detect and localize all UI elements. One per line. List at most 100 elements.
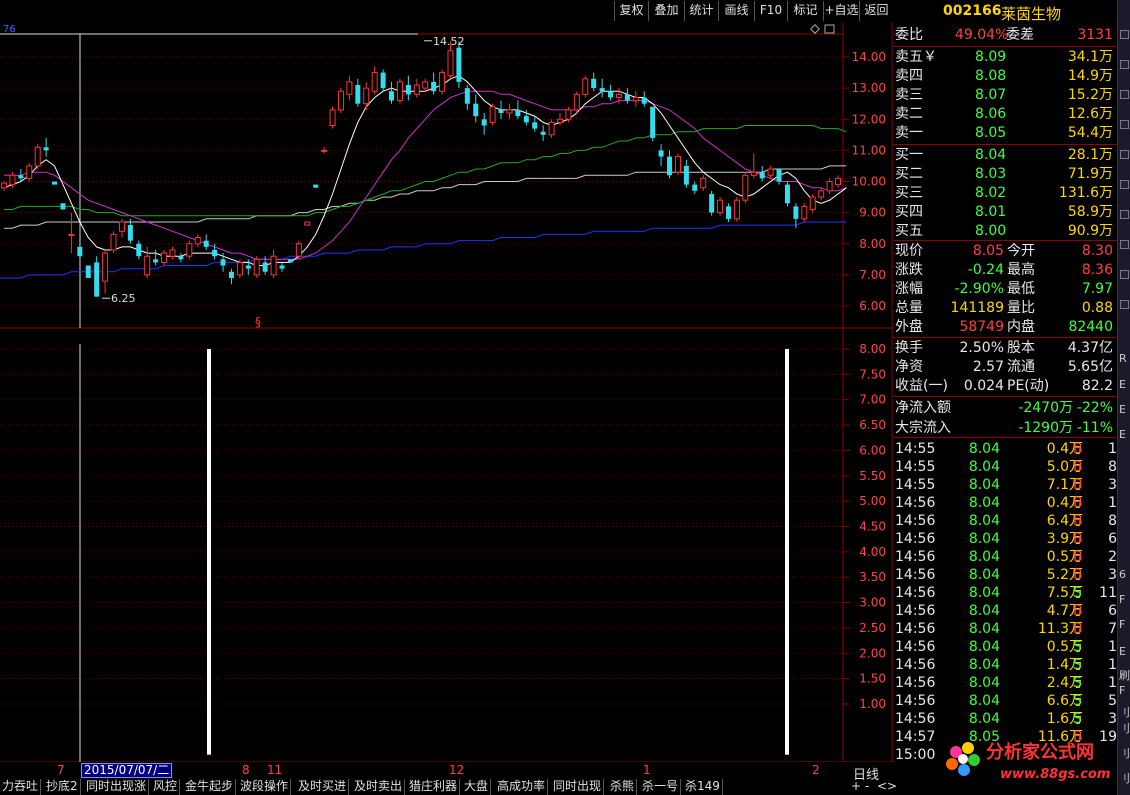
side-strip-icon[interactable] xyxy=(1120,120,1129,129)
flow-pct: -11% xyxy=(1076,420,1113,436)
nav-button[interactable]: > xyxy=(887,779,897,793)
candle-body xyxy=(102,252,109,282)
side-strip-item[interactable]: 刂 xyxy=(1119,720,1130,736)
toolbar-button-2[interactable]: 统计 xyxy=(684,1,718,21)
candle-body xyxy=(363,87,370,105)
toolbar-button-7[interactable]: 返回 xyxy=(859,1,893,21)
indicator-tab[interactable]: 杀149 xyxy=(683,779,723,795)
side-strip-icon[interactable] xyxy=(1120,60,1129,69)
tick-side: B xyxy=(1073,531,1083,547)
indicator-tab[interactable]: 金牛起步 xyxy=(183,779,237,795)
side-strip-icon[interactable] xyxy=(1120,150,1129,159)
indicator-tab[interactable]: 波段操作 xyxy=(238,779,292,795)
indicator-tab[interactable]: 及时卖出 xyxy=(352,779,406,795)
flow-value: -1290万 xyxy=(1018,420,1073,436)
nav-button[interactable]: < xyxy=(877,779,887,793)
tick-side: B xyxy=(1073,477,1083,493)
indicator-tab[interactable]: 高成功率 xyxy=(495,779,549,795)
side-strip-icon[interactable] xyxy=(1120,300,1129,309)
side-strip-item[interactable]: R xyxy=(1119,352,1127,365)
lower-tick-label: 4.50 xyxy=(859,520,886,534)
toolbar-button-1[interactable]: 叠加 xyxy=(648,1,684,21)
indicator-tab[interactable]: 及时买进 xyxy=(296,779,350,795)
side-strip-item[interactable]: 6 xyxy=(1119,568,1126,581)
candle-body xyxy=(321,149,328,152)
tick-price: 8.04 xyxy=(968,513,1000,529)
side-strip-item[interactable]: 刂 xyxy=(1119,770,1130,786)
side-strip-item[interactable]: E xyxy=(1119,378,1126,391)
side-strip-icon[interactable] xyxy=(1120,30,1129,39)
indicator-tab[interactable]: 猎庄利器 xyxy=(407,779,461,795)
candle-body xyxy=(809,196,816,211)
side-strip-item[interactable]: F xyxy=(1119,684,1125,697)
tick-side: S xyxy=(1073,639,1082,655)
candle-body xyxy=(228,271,234,278)
order-ratio-label: 委比 xyxy=(895,27,923,43)
fundamental-row: 收益(一) 0.024 PE(动) 82.2 xyxy=(893,377,1117,395)
candle-body xyxy=(295,243,302,257)
tick-row: 14:55 8.04 5.0万 B 8 xyxy=(893,458,1117,476)
candle-body xyxy=(94,262,100,297)
nav-button[interactable]: - xyxy=(865,779,869,793)
side-strip-item[interactable]: 刂 xyxy=(1119,704,1130,720)
indicator-tab[interactable]: 抄底2 xyxy=(44,779,81,795)
bid-price: 8.04 xyxy=(975,147,1007,163)
side-strip-item[interactable]: 刂 xyxy=(1119,745,1130,761)
indicator-tab[interactable]: 力吞吐 xyxy=(0,779,42,795)
tick-count: 7 xyxy=(1108,621,1117,637)
side-strip-icon[interactable] xyxy=(1120,180,1129,189)
side-strip-icon[interactable] xyxy=(1120,90,1129,99)
indicator-tab[interactable]: 杀一号 xyxy=(640,779,682,795)
price-tick-label: 12.00 xyxy=(852,112,886,126)
candle-body xyxy=(447,50,454,77)
side-strip-item[interactable]: E xyxy=(1119,428,1126,441)
tick-price: 8.04 xyxy=(968,567,1000,583)
ask-row: 卖五￥ 8.09 34.1万 xyxy=(893,48,1117,66)
tick-price: 8.04 xyxy=(968,459,1000,475)
candle-body xyxy=(667,156,673,176)
side-strip-item[interactable]: E xyxy=(1119,403,1126,416)
x-tick-label: 8 xyxy=(242,763,250,777)
side-strip-icon[interactable] xyxy=(1120,240,1129,249)
toolbar-button-6[interactable]: +自选 xyxy=(823,1,859,21)
chart-bg xyxy=(0,22,893,762)
indicator-tab[interactable]: 同时出现涨 xyxy=(84,779,150,795)
tick-side: B xyxy=(1073,513,1083,529)
order-ratio-row: 委比 49.04% 委差 3131 xyxy=(893,26,1117,44)
indicator-tab[interactable]: 杀熊 xyxy=(608,779,638,795)
tick-count: 1 xyxy=(1108,657,1117,673)
side-strip-item[interactable]: F xyxy=(1119,593,1125,606)
flow-value: -2470万 xyxy=(1018,400,1073,416)
toolbar-button-3[interactable]: 画线 xyxy=(718,1,754,21)
quote-row: 现价 8.05 今开 8.30 xyxy=(893,242,1117,260)
candle-body xyxy=(717,199,724,214)
candle-body xyxy=(413,84,420,95)
side-strip-icon[interactable] xyxy=(1120,270,1129,279)
side-strip-item[interactable]: F xyxy=(1119,618,1125,631)
lower-signal-bar xyxy=(785,349,789,755)
side-strip-icon[interactable] xyxy=(1120,210,1129,219)
candle-body xyxy=(178,256,184,260)
tick-row: 14:56 8.04 3.9万 B 6 xyxy=(893,530,1117,548)
tick-time: 14:55 xyxy=(895,459,936,475)
indicator-tab[interactable]: 风控 xyxy=(151,779,181,795)
tick-row: 14:56 8.04 2.4万 S 1 xyxy=(893,674,1117,692)
side-strip-item[interactable]: 刷 xyxy=(1119,667,1130,683)
toolbar-button-0[interactable]: 复权 xyxy=(614,1,648,21)
nav-button[interactable]: + xyxy=(851,779,861,793)
tick-time: 14:56 xyxy=(895,531,936,547)
tick-price: 8.04 xyxy=(968,675,1000,691)
candle-body xyxy=(203,240,209,247)
ask-volume: 34.1万 xyxy=(1067,49,1113,65)
tick-price: 8.04 xyxy=(968,603,1000,619)
toolbar-button-5[interactable]: 标记 xyxy=(787,1,823,21)
side-strip-item[interactable]: E xyxy=(1119,645,1126,658)
toolbar-button-4[interactable]: F10 xyxy=(754,1,787,21)
ask-volume: 14.9万 xyxy=(1067,68,1113,84)
candle-body xyxy=(506,109,513,114)
kline-chart[interactable]: 76 14.00 13.00 12.00 11.00 10.00 9.00 8.00 7.00 6… xyxy=(0,22,893,762)
indicator-tab[interactable]: 大盘 xyxy=(462,779,492,795)
low-annotation: 6.25 xyxy=(111,292,136,305)
tick-row: 14:55 8.04 0.4万 B 1 xyxy=(893,440,1117,458)
indicator-tab[interactable]: 同时出现 xyxy=(551,779,605,795)
